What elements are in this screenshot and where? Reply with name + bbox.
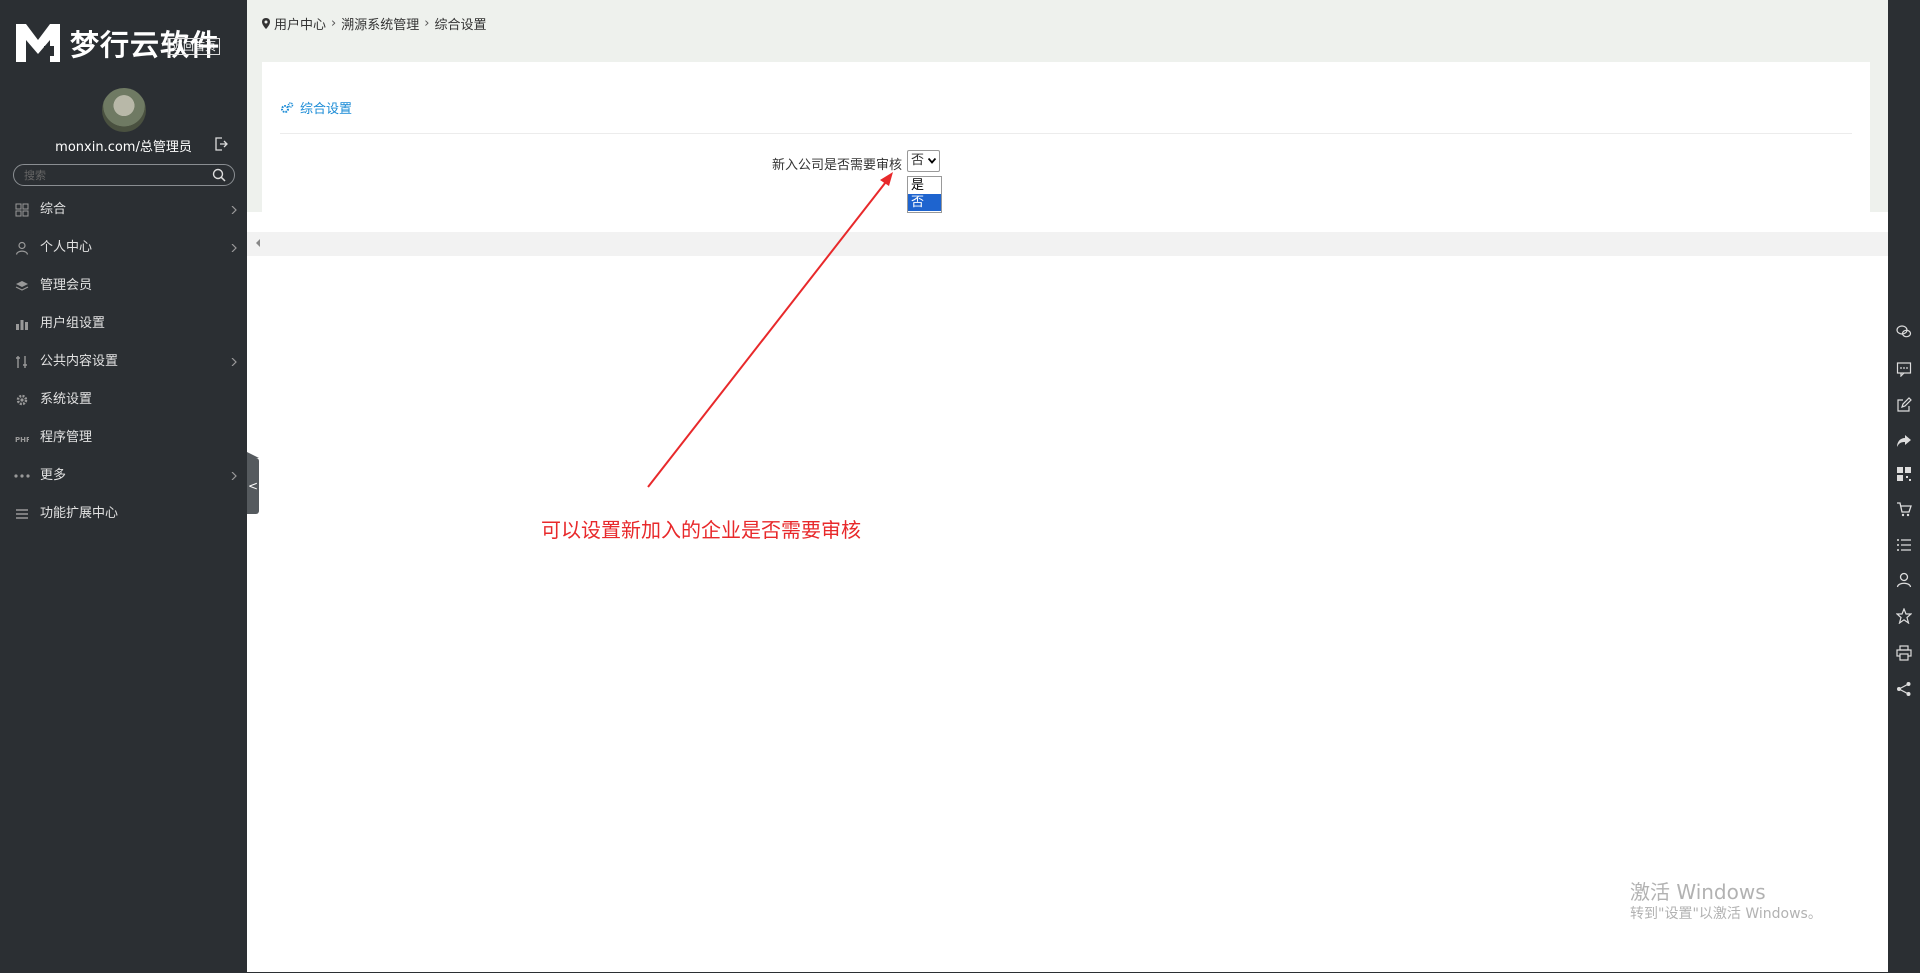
panel-title: 综合设置 [280,98,352,117]
home-link[interactable]: 返回首页 [168,38,220,55]
sidebar-item-label: 功能扩展中心 [40,506,119,521]
sidebar-item-label: 综合 [40,202,67,217]
content-strip [247,232,1888,256]
list-icon[interactable] [1896,537,1912,553]
review-required-select[interactable]: 否 [907,150,940,172]
sidebar-item-label: 个人中心 [40,240,93,255]
sidebar-item-extension-center[interactable]: 功能扩展中心 [0,497,247,535]
right-toolbar [1888,0,1920,973]
search-box [13,164,235,186]
gear-icon [16,394,28,406]
settings-panel: 综合设置 新入公司是否需要审核 否 [262,62,1870,212]
sidebar-item-general[interactable]: 综合 [0,193,247,231]
search-input[interactable] [22,166,206,184]
wechat-icon[interactable] [1896,324,1912,340]
sidebar-item-label: 管理会员 [40,278,93,293]
user-icon[interactable] [1896,572,1912,588]
windows-activation-title: 激活 Windows [1630,880,1766,904]
chevron-right-icon [231,472,237,480]
option-no[interactable]: 否 [908,194,941,211]
select-dropdown-list: 是 否 [907,176,942,213]
panel-title-text: 综合设置 [300,102,353,117]
share-arrow-icon[interactable] [1896,433,1912,449]
breadcrumb-item-trace-system[interactable]: 溯源系统管理 [341,14,419,33]
chevron-right-icon [231,244,237,252]
windows-activation-subtitle: 转到"设置"以激活 Windows。 [1630,906,1822,922]
menu-icon [16,509,28,519]
sidebar-collapse-toggle[interactable]: < [247,452,259,514]
user-icon [15,241,29,255]
chevron-down-icon [928,158,936,164]
breadcrumb-item-user-center[interactable]: 用户中心 [274,14,326,33]
search-icon[interactable] [212,168,226,182]
chat-icon[interactable] [1896,361,1912,377]
share-icon[interactable] [1896,681,1912,697]
logo-m-icon [16,24,60,62]
php-icon: PHP [15,436,29,444]
star-icon[interactable] [1896,608,1912,624]
svg-text:PHP: PHP [15,436,29,444]
sidebar-item-label: 用户组设置 [40,316,106,331]
tools-icon [16,356,27,368]
avatar[interactable] [102,88,146,132]
grid-icon [15,203,29,217]
sidebar-item-system-settings[interactable]: 系统设置 [0,383,247,421]
sidebar-item-public-content-settings[interactable]: 公共内容设置 [0,345,247,383]
sidebar-item-more[interactable]: 更多 [0,459,247,497]
gears-icon [281,101,294,113]
chevron-right-icon [231,206,237,214]
breadcrumb-item-general-settings: 综合设置 [434,18,487,33]
annotation-text: 可以设置新加入的企业是否需要审核 [541,518,861,542]
sidebar-item-personal-center[interactable]: 个人中心 [0,231,247,269]
sidebar-menu: 综合 个人中心 管理会员 用户组设置 公共内容设置 系统设置 PHP 程序管理 … [0,193,247,535]
divider [280,133,1852,134]
print-icon[interactable] [1896,645,1912,661]
more-icon [14,474,30,478]
qrcode-icon[interactable] [1896,466,1912,482]
sidebar-item-label: 系统设置 [40,392,93,407]
logout-icon[interactable] [214,137,228,151]
sidebar-item-label: 更多 [40,468,67,483]
sidebar-item-label: 公共内容设置 [40,354,119,369]
select-current-value: 否 [911,153,925,168]
cart-icon[interactable] [1896,501,1912,517]
option-yes[interactable]: 是 [908,177,941,194]
user-name: monxin.com/总管理员 [55,140,192,155]
review-required-label: 新入公司是否需要审核 [772,158,903,173]
sidebar-item-program-management[interactable]: PHP 程序管理 [0,421,247,459]
edit-icon[interactable] [1896,397,1912,413]
chevron-right-icon [231,358,237,366]
layers-icon [15,281,29,291]
breadcrumb-separator: › [331,16,337,31]
sidebar-item-label: 程序管理 [40,430,93,445]
sidebar: 梦行云软件 返回首页 monxin.com/总管理员 综合 个人中心 [0,0,247,973]
caret-left-icon[interactable] [255,238,261,248]
breadcrumb: 用户中心 › 溯源系统管理 › 综合设置 [261,14,486,33]
breadcrumb-separator: › [424,16,430,31]
location-pin-icon [262,17,270,29]
sidebar-item-manage-members[interactable]: 管理会员 [0,269,247,307]
sidebar-item-user-group-settings[interactable]: 用户组设置 [0,307,247,345]
bar-chart-icon [16,320,28,330]
